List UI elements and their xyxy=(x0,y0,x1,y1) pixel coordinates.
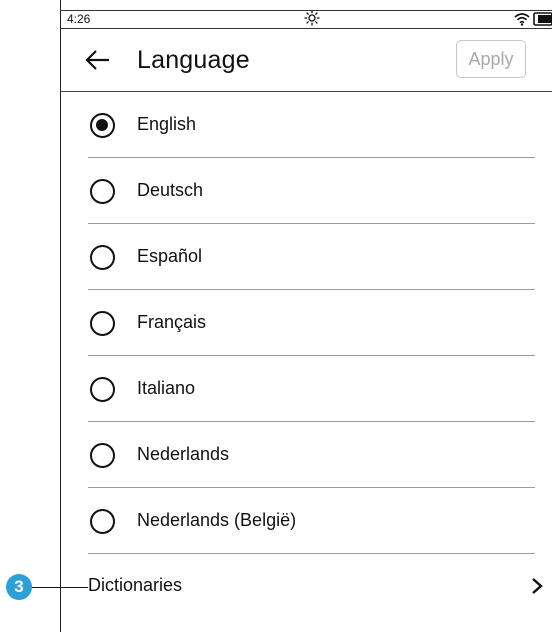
language-label: Español xyxy=(137,246,203,266)
language-label: Nederlands xyxy=(137,444,230,464)
language-option-nederlands-belgie[interactable]: Nederlands (België) xyxy=(61,488,552,554)
radio-selected-icon[interactable] xyxy=(90,113,115,138)
language-label: Français xyxy=(137,312,207,332)
language-option-english[interactable]: English xyxy=(61,92,552,158)
status-bar: 4:26 xyxy=(61,10,552,28)
dictionaries-item[interactable]: Dictionaries xyxy=(61,554,552,620)
radio-unselected-icon[interactable] xyxy=(90,377,115,402)
radio-unselected-icon[interactable] xyxy=(90,509,115,534)
language-option-deutsch[interactable]: Deutsch xyxy=(61,158,552,224)
callout-badge: 3 xyxy=(6,574,32,600)
language-option-espanol[interactable]: Español xyxy=(61,224,552,290)
header: Language Apply xyxy=(61,29,552,93)
language-label: English xyxy=(137,114,197,134)
status-time: 4:26 xyxy=(67,12,91,26)
radio-unselected-icon[interactable] xyxy=(90,311,115,336)
brightness-icon[interactable] xyxy=(304,10,320,26)
language-label: Italiano xyxy=(137,378,196,398)
dictionaries-label: Dictionaries xyxy=(88,575,183,595)
chevron-right-icon xyxy=(532,578,543,594)
battery-icon xyxy=(533,12,552,26)
radio-unselected-icon[interactable] xyxy=(90,179,115,204)
language-label: Deutsch xyxy=(137,180,204,200)
language-option-nederlands[interactable]: Nederlands xyxy=(61,422,552,488)
radio-unselected-icon[interactable] xyxy=(90,443,115,468)
wifi-icon[interactable] xyxy=(514,12,530,26)
apply-button[interactable]: Apply xyxy=(456,40,526,78)
page-title: Language xyxy=(137,46,250,74)
radio-unselected-icon[interactable] xyxy=(90,245,115,270)
language-list: English Deutsch Español Français Italian… xyxy=(61,92,552,620)
language-label: Nederlands (België) xyxy=(137,510,297,530)
arrow-left-icon[interactable] xyxy=(84,46,112,74)
callout-leader-line xyxy=(32,587,88,588)
language-option-francais[interactable]: Français xyxy=(61,290,552,356)
language-option-italiano[interactable]: Italiano xyxy=(61,356,552,422)
